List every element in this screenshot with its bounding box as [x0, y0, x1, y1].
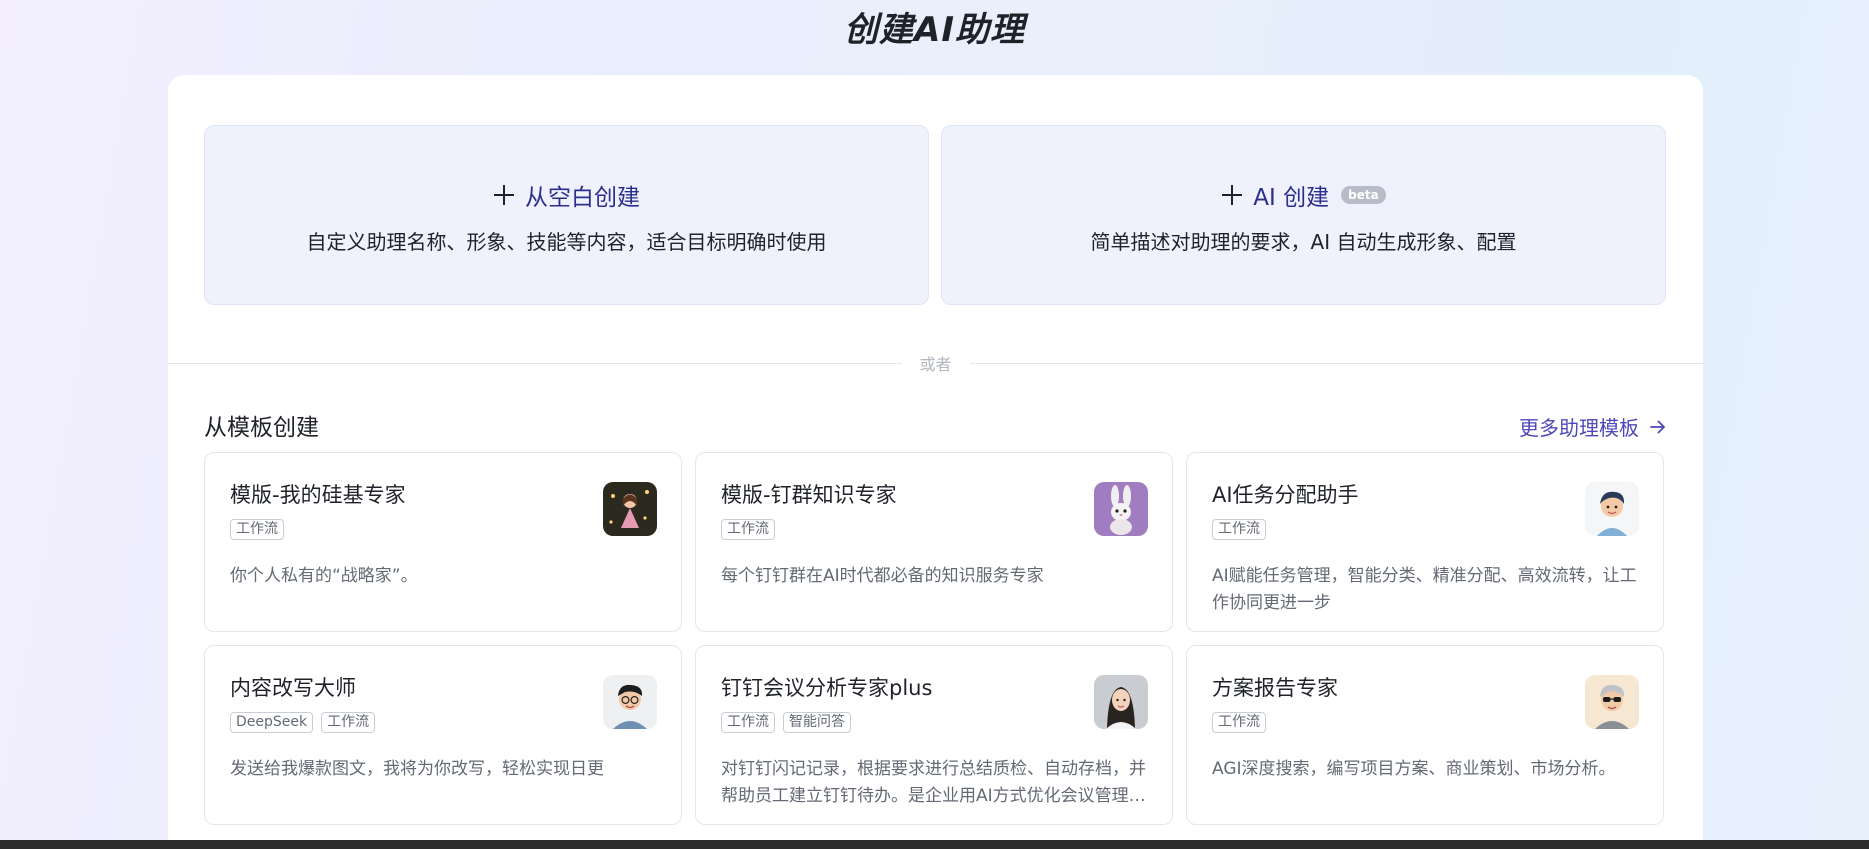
woman-portrait-avatar: [1094, 675, 1148, 729]
more-templates-label: 更多助理模板: [1519, 416, 1639, 440]
young-man-cartoon-avatar: [1585, 482, 1639, 536]
page-title: 创建AI助理: [844, 10, 1025, 50]
template-tag: 工作流: [721, 519, 775, 540]
template-tag: 工作流: [230, 519, 284, 540]
divider-line: [969, 362, 1704, 364]
man-with-glasses-avatar: [603, 675, 657, 729]
or-divider: 或者: [168, 353, 1704, 374]
template-card[interactable]: 方案报告专家 工作流 AGI深度搜索，编写项目方案、商业策划、市场分析。: [1186, 645, 1664, 825]
template-tag: 智能问答: [783, 712, 851, 733]
template-tag: 工作流: [1212, 712, 1266, 733]
template-description: 对钉钉闪记记录，根据要求进行总结质检、自动存档，并帮助员工建立钉钉待办。是企业用…: [721, 759, 1146, 806]
divider-text: 或者: [919, 355, 952, 374]
create-ai-label: AI 创建: [1253, 184, 1330, 211]
create-panel: 从空白创建 自定义助理名称、形象、技能等内容，适合目标明确时使用 AI 创建 b…: [168, 75, 1704, 849]
arrow-right-icon: [1650, 420, 1665, 433]
template-card[interactable]: 模版-我的硅基专家 工作流 你个人私有的“战略家”。: [204, 452, 682, 632]
template-grid: 模版-我的硅基专家 工作流 你个人私有的“战略家”。 模版-钉群知识专家 工作流…: [204, 452, 1665, 825]
template-card[interactable]: 模版-钉群知识专家 工作流 每个钉钉群在AI时代都必备的知识服务专家: [695, 452, 1173, 632]
plus-icon: [493, 184, 515, 206]
template-card[interactable]: 钉钉会议分析专家plus 工作流 智能问答 对钉钉闪记记录，根据要求进行总结质检…: [695, 645, 1173, 825]
template-description: 每个钉钉群在AI时代都必备的知识服务专家: [721, 566, 1044, 586]
girl-in-forest-avatar: [603, 482, 657, 536]
create-ai-card[interactable]: AI 创建 beta 简单描述对助理的要求，AI 自动生成形象、配置: [941, 125, 1666, 305]
create-blank-card[interactable]: 从空白创建 自定义助理名称、形象、技能等内容，适合目标明确时使用: [204, 125, 929, 305]
create-blank-heading: 从空白创建: [493, 178, 640, 212]
create-blank-description: 自定义助理名称、形象、技能等内容，适合目标明确时使用: [306, 229, 827, 254]
plus-icon: [1221, 184, 1243, 206]
create-ai-heading: AI 创建 beta: [1221, 178, 1386, 212]
template-name: AI任务分配助手: [1212, 483, 1359, 507]
template-description: 发送给我爆款图文，我将为你改写，轻松实现日更: [230, 759, 604, 779]
template-name: 内容改写大师: [230, 676, 356, 700]
divider-line: [168, 362, 902, 364]
elder-with-sunglasses-avatar: [1585, 675, 1639, 729]
template-name: 钉钉会议分析专家plus: [721, 676, 933, 700]
taskbar: [0, 840, 1869, 849]
template-tags: 工作流: [230, 519, 657, 541]
template-tag: 工作流: [321, 712, 376, 733]
beta-badge: beta: [1341, 185, 1386, 204]
template-name: 模版-我的硅基专家: [230, 483, 406, 507]
template-description: 你个人私有的“战略家”。: [230, 566, 418, 586]
template-tags: 工作流: [1212, 519, 1639, 541]
template-description: AGI深度搜索，编写项目方案、商业策划、市场分析。: [1212, 759, 1616, 779]
template-card[interactable]: 内容改写大师 DeepSeek 工作流 发送给我爆款图文，我将为你改写，轻松实现…: [204, 645, 682, 825]
rabbit-avatar: [1094, 482, 1148, 536]
more-templates-link[interactable]: 更多助理模板: [1519, 412, 1667, 441]
template-section-title: 从模板创建: [204, 415, 319, 441]
template-tags: DeepSeek 工作流: [230, 712, 657, 734]
template-tag: 工作流: [1212, 519, 1266, 540]
template-tags: 工作流: [721, 519, 1148, 541]
template-tag: DeepSeek: [230, 712, 314, 733]
create-blank-label: 从空白创建: [525, 184, 640, 211]
template-tag: 工作流: [721, 712, 775, 733]
create-ai-description: 简单描述对助理的要求，AI 自动生成形象、配置: [1090, 229, 1517, 254]
template-tags: 工作流 智能问答: [721, 712, 1148, 734]
template-name: 方案报告专家: [1212, 676, 1338, 700]
template-card[interactable]: AI任务分配助手 工作流 AI赋能任务管理，智能分类、精准分配、高效流转，让工作…: [1186, 452, 1664, 632]
template-name: 模版-钉群知识专家: [721, 483, 897, 507]
template-description: AI赋能任务管理，智能分类、精准分配、高效流转，让工作协同更进一步: [1212, 566, 1637, 613]
template-tags: 工作流: [1212, 712, 1639, 734]
